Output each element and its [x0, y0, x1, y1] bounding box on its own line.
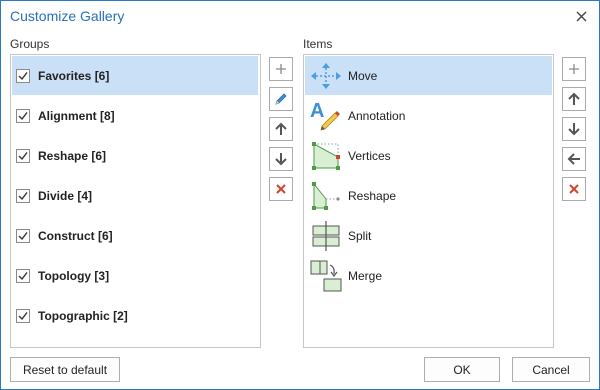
group-label: Construct [6]	[38, 228, 113, 243]
delete-icon	[569, 184, 579, 194]
move-item-up-button[interactable]	[562, 87, 586, 111]
checkmark-icon	[18, 191, 28, 200]
move-item-down-button[interactable]	[562, 117, 586, 141]
group-row-favorites[interactable]: Favorites [6]	[12, 56, 258, 95]
groups-list[interactable]: Favorites [6] Alignment [8] Reshape [6] …	[10, 54, 261, 348]
split-icon	[309, 219, 343, 253]
svg-text:A: A	[310, 100, 324, 122]
group-row-topographic[interactable]: Topographic [2]	[12, 296, 258, 335]
arrow-left-icon	[567, 153, 580, 165]
group-label: Topographic [2]	[38, 308, 128, 323]
arrow-up-icon	[275, 122, 287, 135]
add-icon	[276, 64, 286, 74]
items-list[interactable]: Move A Annotation Vertices Reshape Split…	[303, 54, 554, 348]
move-group-up-button[interactable]	[269, 117, 293, 141]
vertices-icon	[309, 139, 343, 173]
group-checkbox[interactable]	[16, 148, 30, 163]
group-label: Divide [4]	[38, 188, 93, 203]
delete-item-button[interactable]	[562, 177, 586, 201]
checkmark-icon	[18, 311, 28, 320]
group-checkbox[interactable]	[16, 268, 30, 283]
checkmark-icon	[18, 111, 28, 120]
group-label: Favorites [6]	[38, 68, 110, 83]
checkmark-icon	[18, 71, 28, 80]
item-label: Annotation	[348, 108, 406, 123]
add-item-button[interactable]	[562, 57, 586, 81]
close-icon	[576, 11, 586, 21]
item-label: Vertices	[348, 148, 391, 163]
group-checkbox[interactable]	[16, 188, 30, 203]
edit-group-button[interactable]	[269, 87, 293, 111]
group-label: Topology [3]	[38, 268, 110, 283]
group-checkbox[interactable]	[16, 108, 30, 123]
item-label: Merge	[348, 268, 383, 283]
group-checkbox[interactable]	[16, 68, 30, 83]
move-icon	[309, 59, 343, 93]
close-button[interactable]	[571, 6, 591, 26]
items-label: Items	[303, 37, 333, 51]
item-label: Reshape	[348, 188, 397, 203]
item-row-merge[interactable]: Merge	[305, 256, 552, 295]
group-row-reshape[interactable]: Reshape [6]	[12, 136, 258, 175]
item-row-move[interactable]: Move	[305, 56, 552, 95]
groups-label: Groups	[10, 37, 50, 51]
group-row-construct[interactable]: Construct [6]	[12, 216, 258, 255]
delete-icon	[276, 184, 286, 194]
item-row-reshape[interactable]: Reshape	[305, 176, 552, 215]
group-checkbox[interactable]	[16, 228, 30, 243]
group-row-divide[interactable]: Divide [4]	[12, 176, 258, 215]
arrow-up-icon	[568, 92, 580, 105]
group-row-alignment[interactable]: Alignment [8]	[12, 96, 258, 135]
item-row-annotation[interactable]: A Annotation	[305, 96, 552, 135]
delete-group-button[interactable]	[269, 177, 293, 201]
group-checkbox[interactable]	[16, 308, 30, 323]
edit-icon	[275, 93, 287, 105]
add-group-button[interactable]	[269, 57, 293, 81]
title-bar: Customize Gallery	[1, 1, 599, 31]
checkmark-icon	[18, 231, 28, 240]
item-label: Split	[348, 228, 372, 243]
item-row-vertices[interactable]: Vertices	[305, 136, 552, 175]
item-label: Move	[348, 68, 378, 83]
arrow-down-icon	[568, 123, 580, 136]
merge-icon	[309, 259, 343, 293]
reshape-icon	[309, 179, 343, 213]
checkmark-icon	[18, 151, 28, 160]
add-icon	[569, 64, 579, 74]
move-group-down-button[interactable]	[269, 147, 293, 171]
dialog-title: Customize Gallery	[10, 8, 125, 24]
item-row-split[interactable]: Split	[305, 216, 552, 255]
arrow-down-icon	[275, 153, 287, 166]
annotation-icon: A	[309, 99, 343, 133]
cancel-button[interactable]: Cancel	[512, 357, 590, 382]
checkmark-icon	[18, 271, 28, 280]
ok-button[interactable]: OK	[424, 357, 500, 382]
customize-gallery-dialog: Customize Gallery Groups Favorites [6] A…	[0, 0, 600, 390]
reset-to-default-button[interactable]: Reset to default	[10, 357, 120, 382]
move-item-to-group-button[interactable]	[562, 147, 586, 171]
group-label: Reshape [6]	[38, 148, 107, 163]
group-label: Alignment [8]	[38, 108, 115, 123]
group-row-topology[interactable]: Topology [3]	[12, 256, 258, 295]
